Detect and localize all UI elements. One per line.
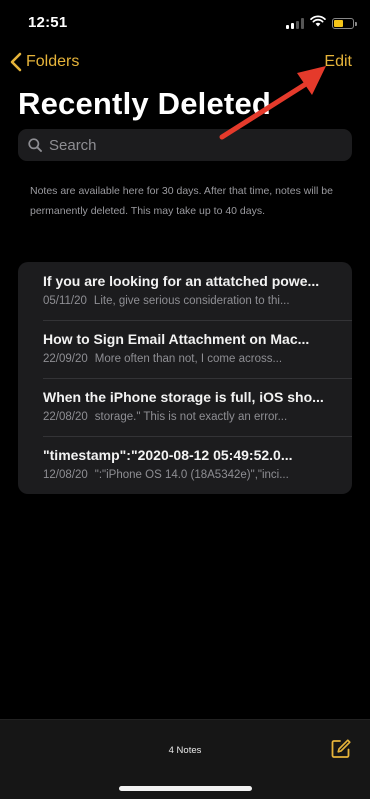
note-date: 12/08/20 [43,469,88,481]
retention-info-text: Notes are available here for 30 days. Af… [30,185,333,217]
note-preview: ":"iPhone OS 14.0 (18A5342e)","inci... [94,469,289,481]
note-item[interactable]: "timestamp":"2020-08-12 05:49:52.0... 12… [18,436,352,494]
note-meta: 22/09/20 More often than not, I come acro… [43,353,342,365]
back-button[interactable]: Folders [10,52,79,72]
search-icon [28,138,42,152]
note-date: 22/08/20 [43,411,88,423]
note-title: How to Sign Email Attachment on Mac... [43,331,310,347]
note-date: 22/09/20 [43,353,88,365]
notes-list: If you are looking for an attatched powe… [18,262,352,494]
note-meta: 12/08/20 ":"iPhone OS 14.0 (18A5342e)","i… [43,469,342,481]
note-title: When the iPhone storage is full, iOS sho… [43,389,324,405]
note-preview: More often than not, I come across... [94,353,283,365]
back-label: Folders [26,53,80,70]
search-input[interactable]: Search [49,137,97,154]
note-preview: Lite, give serious consideration to thi.… [93,295,290,307]
home-indicator [119,786,252,791]
signal-icon [286,17,304,29]
notes-count: 4 Notes [168,745,202,756]
note-item[interactable]: If you are looking for an attatched powe… [18,262,352,320]
status-icons [286,14,357,32]
note-meta: 22/08/20 storage." This is not exactly an… [43,411,342,423]
chevron-left-icon [10,52,22,72]
status-bar: 12:51 [0,0,370,44]
edit-button[interactable]: Edit [324,53,352,71]
note-title: "timestamp":"2020-08-12 05:49:52.0... [43,447,293,463]
wifi-icon [310,14,326,32]
note-item[interactable]: When the iPhone storage is full, iOS sho… [18,378,352,436]
note-preview: storage." This is not exactly an error..… [94,411,288,423]
note-date: 05/11/20 [43,295,87,307]
page-title: Recently Deleted [18,86,272,121]
note-item[interactable]: How to Sign Email Attachment on Mac... 2… [18,320,352,378]
bottom-toolbar: 4 Notes [0,719,370,799]
status-time: 12:51 [28,14,68,31]
navigation-bar: Folders Edit [0,48,370,78]
note-title: If you are looking for an attatched powe… [43,273,320,289]
note-meta: 05/11/20 Lite, give serious consideration… [43,295,342,307]
compose-icon[interactable] [330,738,352,765]
battery-icon [332,17,357,29]
search-bar[interactable]: Search [18,129,352,161]
battery-level [334,19,343,27]
